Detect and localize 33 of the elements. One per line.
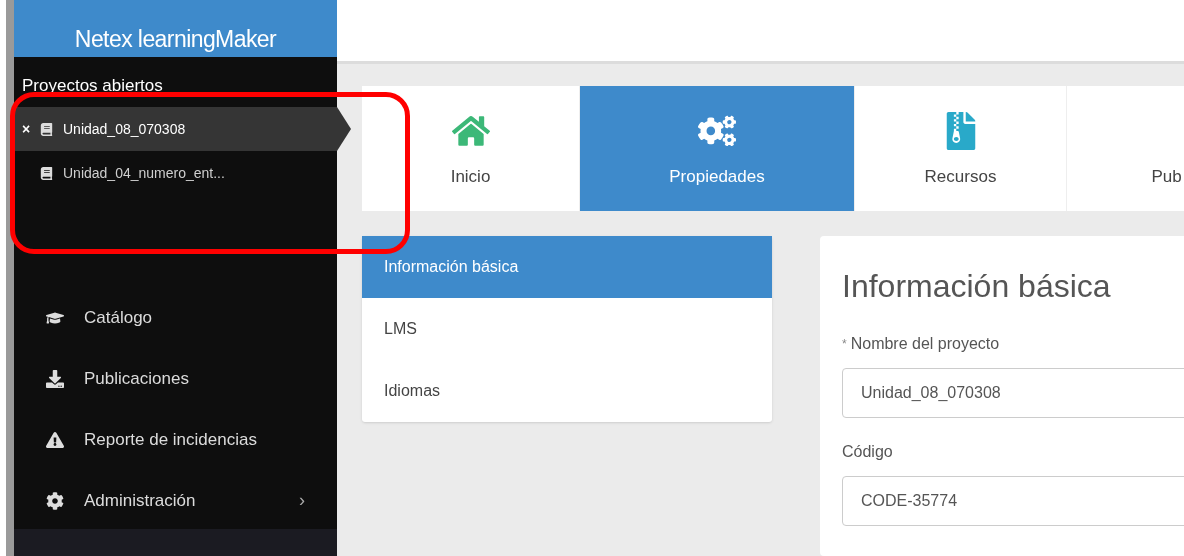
tab[interactable]: Propiedades [580,86,855,211]
close-button[interactable]: × [22,118,36,140]
menu-item[interactable]: Catálogo [14,287,337,348]
menu-label: Publicaciones [84,367,190,390]
form-title: Información básica [842,267,1112,306]
menu-item[interactable]: Reporte de incidencias [14,409,337,470]
project-item[interactable]: × Unidad_08_070308 [14,107,337,151]
app-title: Netex learningMaker [74,25,277,54]
book-icon [40,122,53,136]
publications-icon [46,369,64,388]
project-name: Unidad_04_numero_ent... [63,163,225,183]
menu-label: Catálogo [84,306,154,329]
tab[interactable]: Pub [1067,86,1184,211]
menu-label: Reporte de incidencias [84,428,258,451]
menu-label: Administración [84,489,197,512]
chevron-icon: › [299,487,305,514]
field-label: Código [842,442,893,462]
section-item[interactable]: LMS [362,298,772,360]
tab[interactable]: Recursos [855,86,1067,211]
section-item[interactable]: Información básica [362,236,772,298]
project-item[interactable]: Unidad_04_numero_ent... [14,151,337,195]
admin-icon [46,491,64,510]
section-heading: Proyectos abiertos [21,74,164,97]
book-icon [40,166,53,180]
menu-item[interactable]: Publicaciones [14,348,337,409]
required-mark: * [842,336,847,353]
section-item[interactable]: Idiomas [362,360,772,422]
input-field[interactable]: CODE-35774 [842,476,1184,526]
field-label: Nombre del proyecto [850,334,1000,354]
project-name: Unidad_08_070308 [63,119,186,139]
input-field[interactable]: Unidad_08_070308 [842,368,1184,418]
menu-item[interactable]: Administración › [14,470,337,531]
issues-icon [46,430,64,449]
